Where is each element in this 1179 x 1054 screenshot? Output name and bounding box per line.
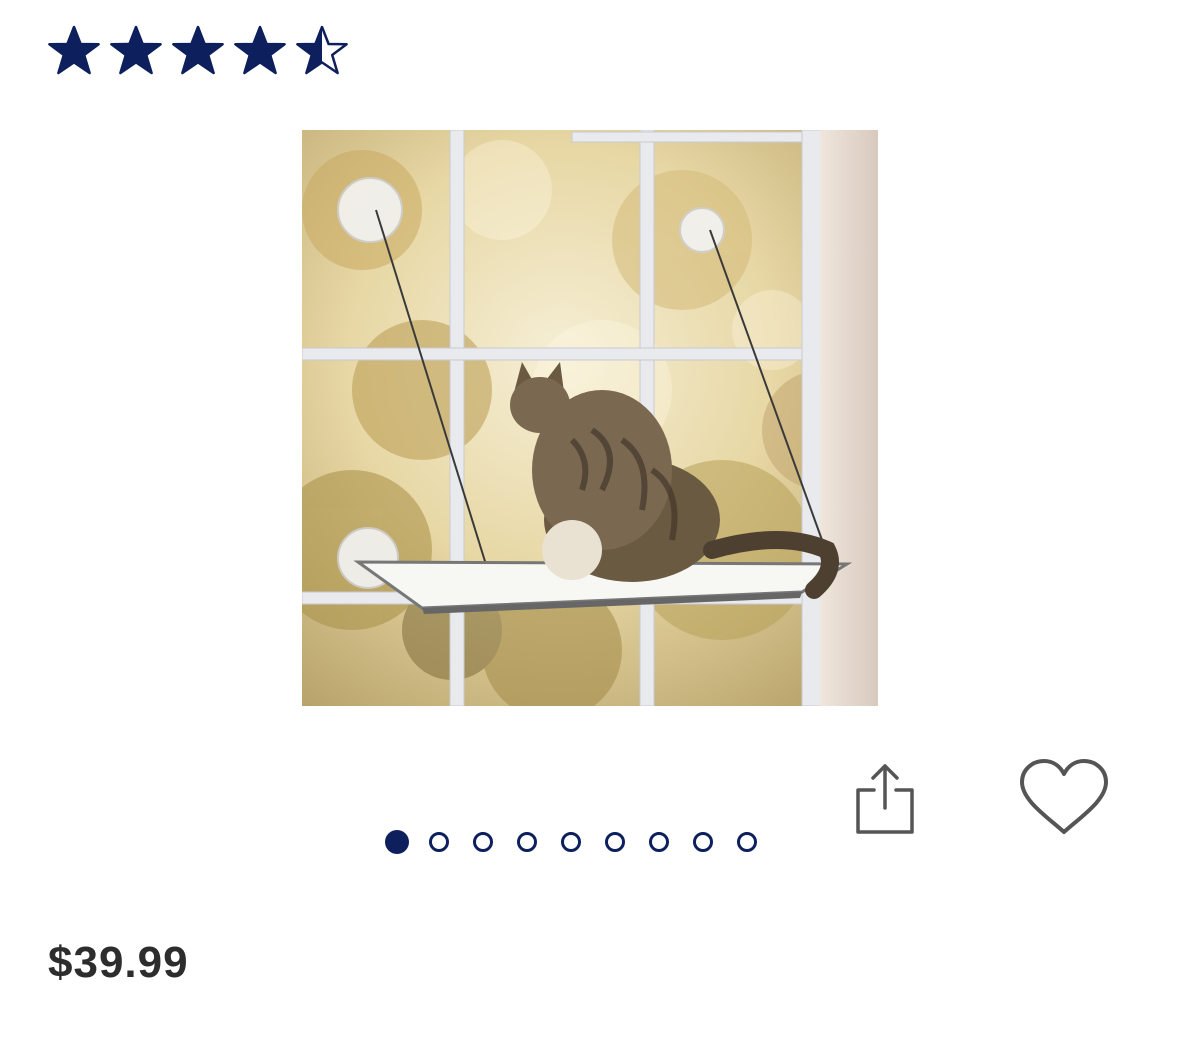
carousel-dot[interactable] xyxy=(605,832,625,852)
carousel-dot[interactable] xyxy=(693,832,713,852)
carousel-dot[interactable] xyxy=(561,832,581,852)
carousel-dot[interactable] xyxy=(429,832,449,852)
heart-icon xyxy=(1020,759,1108,834)
share-icon xyxy=(856,764,914,834)
product-price: $39.99 xyxy=(48,938,189,987)
carousel-dot[interactable] xyxy=(385,830,409,854)
carousel-dot[interactable] xyxy=(649,832,669,852)
star-icon xyxy=(48,25,100,75)
carousel-pagination xyxy=(385,830,757,854)
carousel-dot[interactable] xyxy=(737,832,757,852)
star-icon xyxy=(172,25,224,75)
star-icon xyxy=(234,25,286,75)
product-image[interactable] xyxy=(302,130,878,706)
favorite-button[interactable] xyxy=(1016,756,1112,840)
carousel-dot[interactable] xyxy=(473,832,493,852)
star-icon xyxy=(110,25,162,75)
product-photo xyxy=(302,130,878,706)
share-button[interactable] xyxy=(852,760,918,838)
carousel-dot[interactable] xyxy=(517,832,537,852)
star-icon xyxy=(296,25,348,75)
star-rating xyxy=(46,24,350,78)
product-page: $39.99 xyxy=(0,0,1179,1054)
